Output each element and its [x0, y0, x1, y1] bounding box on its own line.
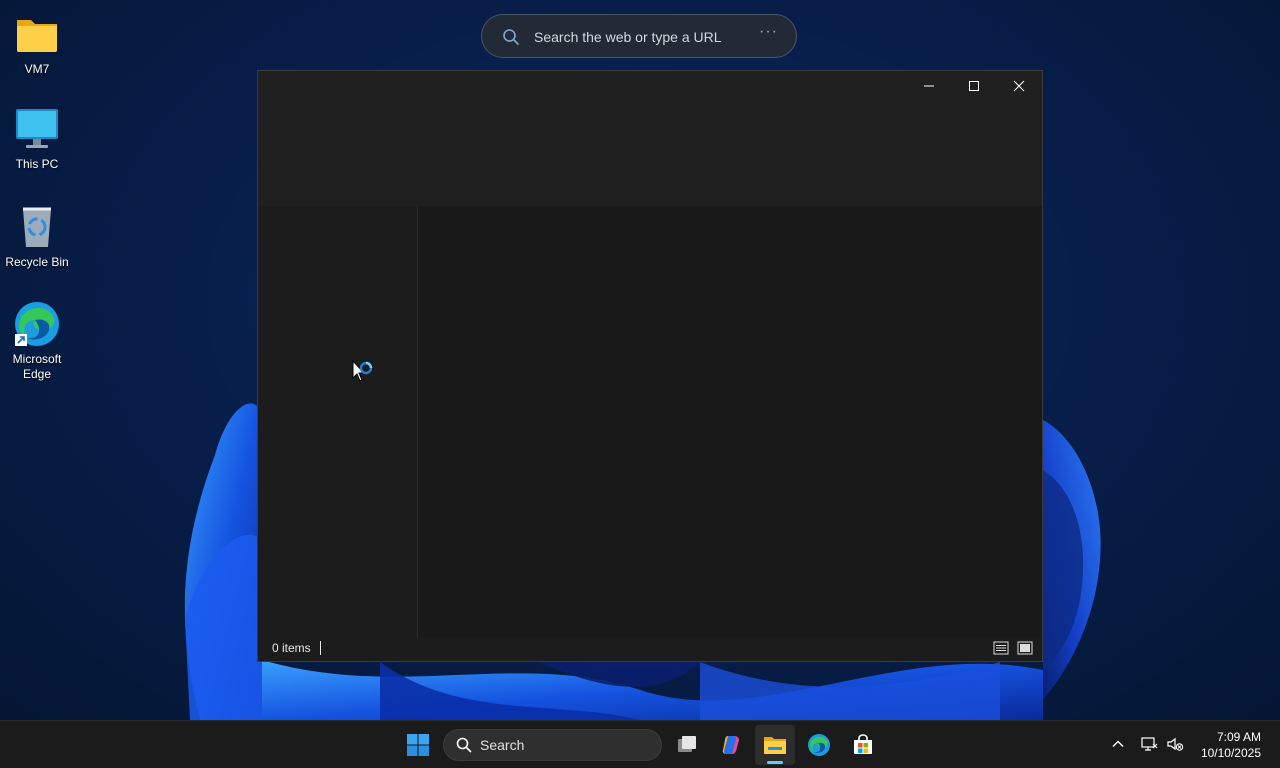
- search-icon: [456, 737, 472, 753]
- desktop-icon-this-pc[interactable]: This PC: [2, 105, 72, 172]
- desktop: VM7 This PC Recycle Bin Microsoft Edge S…: [0, 0, 1280, 720]
- close-button[interactable]: [996, 71, 1042, 101]
- volume-muted-icon: [1167, 737, 1184, 751]
- clock-date: 10/10/2025: [1200, 746, 1261, 760]
- title-bar[interactable]: [258, 71, 1042, 206]
- desktop-icon-recycle-bin[interactable]: Recycle Bin: [2, 203, 72, 270]
- item-count: 0 items: [272, 641, 311, 655]
- minimize-button[interactable]: [906, 71, 952, 101]
- desktop-icon-label: This PC: [15, 157, 59, 171]
- show-hidden-icons-button[interactable]: [1107, 733, 1129, 755]
- recycle-bin-icon: [13, 203, 61, 251]
- copilot-button[interactable]: [711, 725, 751, 765]
- volume-button[interactable]: [1164, 733, 1186, 755]
- desktop-icon-vm7[interactable]: VM7: [2, 10, 72, 77]
- web-search-bar[interactable]: Search the web or type a URL ···: [481, 14, 797, 58]
- store-taskbar-button[interactable]: [843, 725, 883, 765]
- minimize-icon: [924, 85, 934, 87]
- file-explorer-taskbar-button[interactable]: [755, 725, 795, 765]
- desktop-icon-label: VM7: [24, 62, 50, 76]
- close-icon: [1013, 80, 1025, 92]
- desktop-icon-label: Recycle Bin: [5, 255, 69, 269]
- desktop-icon-label-line2: Edge: [22, 367, 52, 381]
- navigation-pane[interactable]: [258, 206, 418, 638]
- file-list-area[interactable]: [418, 206, 1042, 638]
- status-separator: [320, 641, 321, 655]
- edge-icon: [13, 300, 61, 348]
- taskbar-search-label: Search: [480, 737, 525, 753]
- network-icon: [1141, 737, 1158, 751]
- taskbar: Search 7:09 AM 10/10/2025: [0, 720, 1280, 768]
- edge-icon: [808, 734, 830, 756]
- status-bar: 0 items: [258, 636, 1042, 661]
- details-view-icon[interactable]: [992, 639, 1010, 657]
- web-search-placeholder: Search the web or type a URL: [534, 29, 722, 45]
- start-button[interactable]: [398, 725, 438, 765]
- network-button[interactable]: [1138, 733, 1160, 755]
- file-explorer-icon: [764, 737, 786, 754]
- task-view-icon: [678, 736, 696, 752]
- clock-time: 7:09 AM: [1216, 730, 1261, 744]
- large-icons-view-icon[interactable]: [1016, 639, 1034, 657]
- chevron-up-icon: [1112, 740, 1124, 747]
- desktop-icon-label-line1: Microsoft: [12, 352, 62, 366]
- maximize-button[interactable]: [951, 71, 997, 101]
- desktop-icon-edge[interactable]: Microsoft Edge: [2, 300, 72, 382]
- edge-taskbar-button[interactable]: [799, 725, 839, 765]
- folder-icon: [13, 10, 61, 58]
- store-icon: [854, 734, 872, 754]
- copilot-icon: [722, 736, 739, 754]
- maximize-icon: [969, 81, 979, 91]
- monitor-icon: [13, 105, 61, 153]
- taskbar-clock[interactable]: 7:09 AM 10/10/2025: [1201, 729, 1261, 761]
- busy-cursor-icon: [352, 360, 373, 382]
- more-options-icon[interactable]: ···: [759, 23, 778, 41]
- windows-logo-icon: [407, 734, 429, 756]
- search-icon: [503, 29, 519, 45]
- taskbar-search[interactable]: Search: [443, 729, 662, 761]
- task-view-button[interactable]: [667, 725, 707, 765]
